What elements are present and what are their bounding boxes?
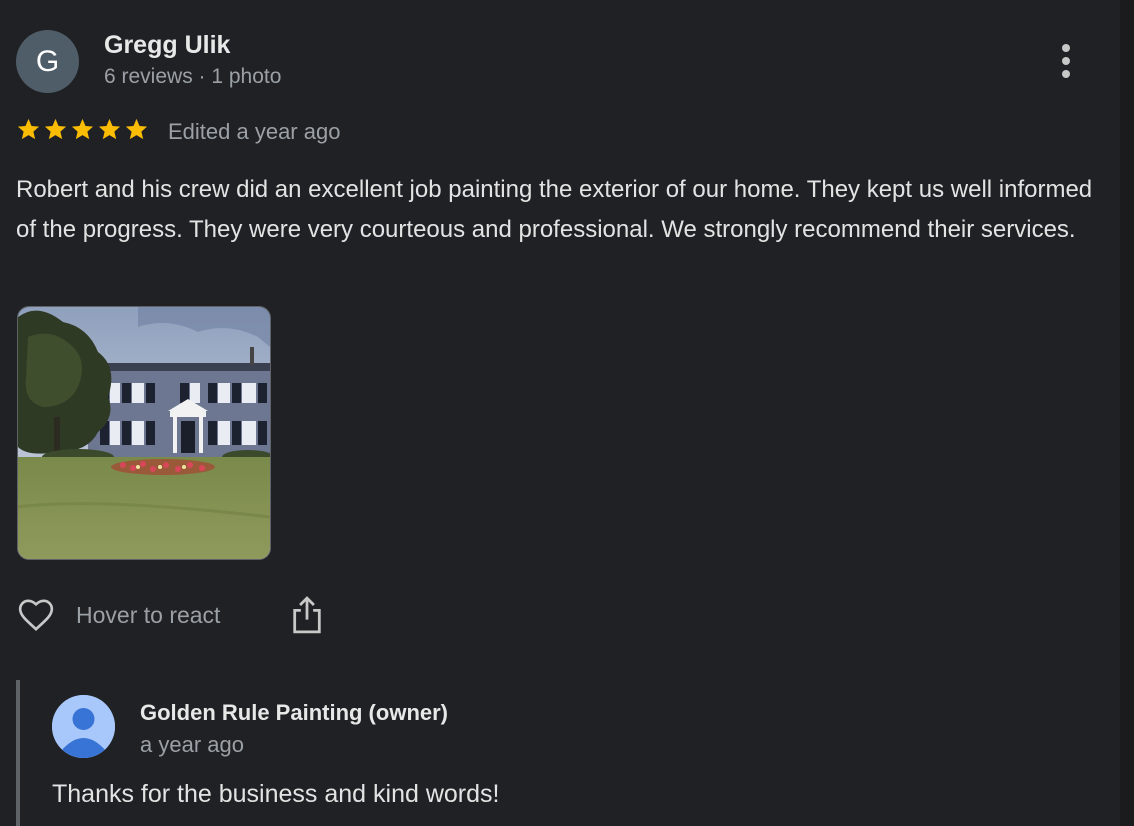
scrollbar[interactable] [1120,0,1134,826]
edited-timestamp: Edited a year ago [168,119,341,144]
star-icon [17,118,40,140]
avatar-initial: G [35,44,60,78]
share-icon[interactable] [288,595,326,635]
more-vert-icon-dot [1062,70,1070,78]
star-rating [16,117,149,145]
owner-avatar [52,695,115,758]
more-vert-icon-dot [1062,57,1070,65]
star-icon [71,118,94,140]
person-icon [52,695,115,758]
review-card: G Gregg Ulik 6 reviews · 1 photo Edited … [0,0,1134,826]
owner-reply-time: a year ago [140,732,244,757]
star-icon [44,118,67,140]
react-row: Hover to react [16,594,220,636]
owner-reply-text: Thanks for the business and kind words! [52,780,500,808]
star-icon [125,118,148,140]
reply-divider [16,680,20,826]
house-photo-icon [18,307,270,559]
star-icon [98,118,121,140]
owner-name: Golden Rule Painting (owner) [140,700,448,725]
react-label: Hover to react [76,601,221,628]
heart-icon[interactable] [16,595,56,635]
reviewer-avatar[interactable]: G [16,30,79,93]
reviewer-meta: 6 reviews · 1 photo [104,65,282,88]
more-options-button[interactable] [1048,40,1084,82]
review-text: Robert and his crew did an excellent job… [16,176,1093,243]
review-photo[interactable] [17,306,271,560]
reviewer-name[interactable]: Gregg Ulik [104,31,230,60]
more-vert-icon [1062,44,1070,52]
